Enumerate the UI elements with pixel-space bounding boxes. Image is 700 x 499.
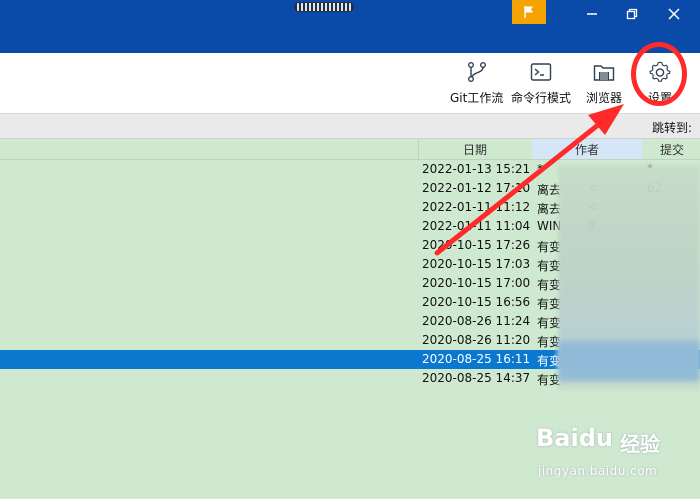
watermark-brand: Baidu bbox=[536, 424, 613, 452]
row-date: 2022-01-12 17:10 bbox=[422, 181, 531, 195]
row-date: 2020-08-25 14:37 bbox=[422, 371, 531, 385]
column-header: 日期 作者 提交 bbox=[0, 139, 700, 160]
flag-icon bbox=[524, 6, 533, 18]
close-button[interactable] bbox=[660, 4, 688, 24]
redacted-area-selected bbox=[558, 341, 700, 381]
flag-button[interactable] bbox=[512, 0, 546, 24]
column-divider bbox=[418, 139, 419, 159]
watermark-url: jingyan.baidu.com bbox=[538, 464, 658, 478]
jump-bar: 跳转到: bbox=[0, 114, 700, 139]
row-author: * bbox=[537, 162, 543, 176]
git-flow-button[interactable]: Git工作流 bbox=[450, 59, 503, 111]
row-date: 2020-10-15 17:00 bbox=[422, 276, 531, 290]
jump-to-label: 跳转到: bbox=[651, 121, 692, 135]
author-column-header[interactable]: 作者 bbox=[575, 141, 599, 158]
minimize-button[interactable] bbox=[578, 4, 606, 24]
terminal-icon bbox=[528, 59, 554, 85]
row-date: 2020-08-26 11:24 bbox=[422, 314, 531, 328]
minimize-icon bbox=[587, 13, 597, 15]
toolbar: Git工作流 命令行模式 浏览器 设置 bbox=[0, 53, 700, 114]
row-date: 2022-01-13 15:21 bbox=[422, 162, 531, 176]
commit-column-header[interactable]: 提交 bbox=[660, 141, 684, 158]
close-icon bbox=[668, 8, 680, 20]
terminal-label: 命令行模式 bbox=[511, 91, 572, 105]
row-date: 2020-08-25 16:11 bbox=[422, 352, 531, 366]
row-date: 2022-01-11 11:12 bbox=[422, 200, 531, 214]
browser-icon bbox=[591, 59, 617, 85]
browser-label: 浏览器 bbox=[586, 91, 623, 105]
baidu-watermark: Baidu 经验 jingyan.baidu.com bbox=[536, 420, 696, 490]
drag-handle[interactable] bbox=[294, 2, 354, 12]
row-date: 2020-10-15 17:03 bbox=[422, 257, 531, 271]
row-date: 2020-08-26 11:20 bbox=[422, 333, 531, 347]
title-bar bbox=[0, 0, 700, 53]
git-flow-label: Git工作流 bbox=[450, 91, 504, 105]
browser-button[interactable]: 浏览器 bbox=[586, 59, 622, 111]
restore-button[interactable] bbox=[618, 4, 646, 24]
row-date: 2020-10-15 16:56 bbox=[422, 295, 531, 309]
date-column-header[interactable]: 日期 bbox=[463, 141, 487, 158]
watermark-product: 经验 bbox=[620, 432, 660, 456]
restore-icon bbox=[626, 8, 638, 20]
annotation-circle bbox=[631, 42, 687, 106]
git-flow-icon bbox=[464, 59, 490, 85]
terminal-button[interactable]: 命令行模式 bbox=[511, 59, 571, 111]
row-date: 2020-10-15 17:26 bbox=[422, 238, 531, 252]
row-date: 2022-01-11 11:04 bbox=[422, 219, 531, 233]
